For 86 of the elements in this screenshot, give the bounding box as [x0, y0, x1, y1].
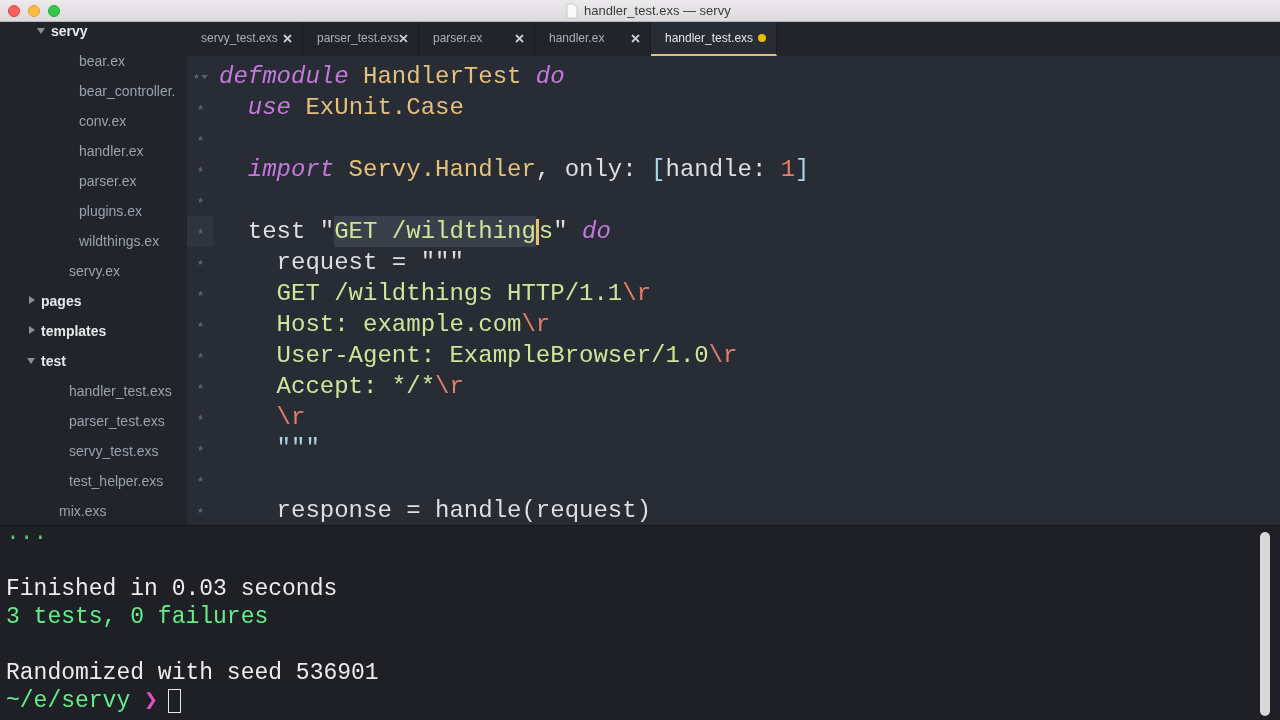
terminal-cursor [167, 689, 181, 713]
code-text: Accept: */* [275, 372, 436, 402]
bookmark-star-icon [196, 290, 204, 297]
bookmark-star-icon [196, 476, 204, 483]
file-row[interactable]: wildthings.ex [0, 226, 187, 256]
file-row[interactable]: servy.ex [0, 256, 187, 286]
code-text: [ [651, 155, 666, 185]
code-text: test " [246, 217, 335, 247]
terminal-output: Finished in 0.03 seconds [6, 575, 338, 603]
scrollbar[interactable] [1260, 532, 1270, 716]
code-text: s [538, 217, 554, 247]
file-row[interactable]: test_helper.exs [0, 466, 187, 496]
bookmark-star-icon [196, 383, 204, 390]
bookmark-star-icon [196, 135, 204, 142]
bookmark-star-icon [196, 352, 204, 359]
code-text: do [582, 217, 611, 247]
file-row[interactable]: conv.ex [0, 106, 187, 136]
bookmark-star-icon [196, 445, 204, 452]
bookmark-star-icon [196, 228, 204, 235]
window-title: handler_test.exs — servy [584, 3, 731, 18]
tab-label: parser_test.exs [317, 31, 400, 45]
bookmark-star-icon [196, 166, 204, 173]
tab-label: handler.ex [549, 31, 605, 45]
code-text: import [246, 155, 335, 185]
code-text: \r [708, 341, 738, 371]
tab-label: parser.ex [433, 31, 483, 45]
code-text: handle: [665, 155, 768, 185]
tab-label: handler_test.exs [665, 31, 754, 45]
editor-tab[interactable]: handler_test.exs [651, 22, 777, 56]
bookmark-star-icon [196, 507, 204, 514]
file-row[interactable]: handler.ex [0, 136, 187, 166]
close-button[interactable] [8, 4, 20, 17]
unsaved-dot-icon [758, 34, 766, 42]
bookmark-star-icon [196, 414, 204, 421]
terminal-output: 3 tests, 0 failures [6, 603, 269, 631]
terminal-output: Randomized with seed 536901 [6, 659, 379, 687]
code-text: " [553, 217, 569, 247]
file-row[interactable]: plugins.ex [0, 196, 187, 226]
code-text: """ [275, 434, 320, 464]
code-text: response = handle(request) [275, 496, 652, 525]
file-row[interactable]: parser.ex [0, 166, 187, 196]
prompt-path: ~/e/servy [6, 687, 131, 715]
code-text: defmodule [219, 62, 349, 92]
code-text: \r [435, 372, 464, 402]
code-text: GET /wildthings HTTP/1.1 [275, 279, 623, 309]
folder-row[interactable]: servy [0, 22, 187, 46]
code-text: HandlerTest [362, 62, 523, 92]
folder-row[interactable]: pages [0, 286, 187, 316]
file-row[interactable]: handler_test.exs [0, 376, 187, 406]
code-text: ExUnit.Case [304, 93, 464, 123]
file-row[interactable]: mix.exs [0, 496, 187, 525]
code-text: \r [275, 403, 306, 433]
code-text: do [535, 62, 565, 92]
code-text: \r [521, 310, 551, 340]
bookmark-star-icon [196, 104, 204, 111]
file-row[interactable]: bear_controller. [0, 76, 187, 106]
document-icon [566, 2, 578, 19]
code-text: Host: example.com [275, 310, 522, 340]
code-text: 1 [780, 155, 796, 185]
folder-row[interactable]: templates [0, 316, 187, 346]
close-icon[interactable] [515, 33, 524, 43]
file-row[interactable]: servy_test.exs [0, 436, 187, 466]
tab-label: servy_test.exs [201, 31, 278, 45]
bookmark-star-icon [196, 321, 204, 328]
fold-caret-icon[interactable] [200, 73, 208, 80]
terminal-output: ... [6, 526, 48, 547]
code-text: ] [795, 155, 810, 185]
close-icon[interactable] [399, 33, 408, 43]
bookmark-star-icon [192, 73, 200, 80]
folder-row[interactable]: test [0, 346, 187, 376]
file-row[interactable]: bear.ex [0, 46, 187, 76]
bookmark-star-icon [196, 197, 204, 204]
zoom-button[interactable] [48, 4, 60, 17]
close-icon[interactable] [631, 33, 640, 43]
bookmark-star-icon [196, 259, 204, 266]
code-text: use [246, 93, 291, 123]
code-text: User-Agent: ExampleBrowser/1.0 [275, 341, 709, 371]
code-text: Servy.Handler [347, 155, 536, 185]
file-row[interactable]: parser_test.exs [0, 406, 187, 436]
close-icon[interactable] [283, 33, 292, 43]
code-text: request = """ [275, 248, 464, 278]
code-text: GET /wildthing [334, 216, 536, 247]
prompt-symbol: ❯ [144, 687, 158, 715]
minimize-button[interactable] [28, 4, 40, 17]
code-text: , only: [535, 155, 638, 185]
code-text: \r [622, 279, 652, 309]
